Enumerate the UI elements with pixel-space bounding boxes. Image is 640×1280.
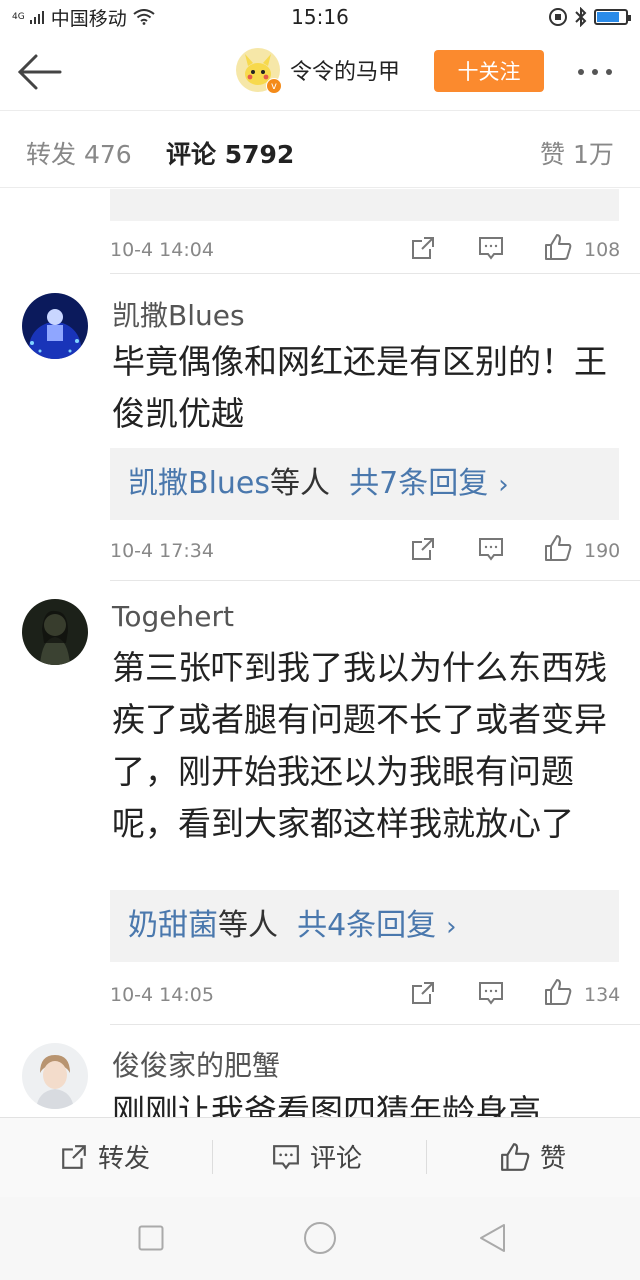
carrier-name: 中国移动 <box>50 7 127 30</box>
comment-time: 10-4 17:34 <box>110 540 214 562</box>
author-avatar[interactable]: v <box>236 48 282 94</box>
like-count: 190 <box>584 540 621 562</box>
reply-count[interactable]: 共4条回复 <box>297 908 436 943</box>
comment-button[interactable]: 评论 <box>272 1138 362 1175</box>
signal-icon <box>29 11 44 24</box>
tab-comments-count: 5792 <box>224 140 295 169</box>
comment-icon <box>273 1144 299 1170</box>
comment-meta: 10-4 14:05 134 <box>110 978 621 1010</box>
verified-badge: v <box>266 78 282 94</box>
reply-names[interactable]: 奶甜菌 <box>128 908 218 943</box>
like-icon[interactable] <box>544 534 572 562</box>
like-count: 134 <box>584 984 621 1006</box>
alarm-icon <box>549 8 567 26</box>
reply-summary[interactable]: 凯撒Blues等人 共7条回复 › <box>110 448 619 520</box>
tab-forward-label: 转发 <box>26 140 77 169</box>
like-icon <box>501 1142 530 1171</box>
forward-label: 转发 <box>98 1144 151 1174</box>
forward-button[interactable]: 转发 <box>60 1138 150 1175</box>
like-count: 108 <box>584 239 621 261</box>
tab-forward[interactable]: 转发 476 <box>26 135 132 171</box>
dark-portrait-avatar <box>22 599 88 665</box>
follow-button[interactable]: 十关注 <box>434 50 544 92</box>
wifi-icon <box>133 9 155 25</box>
tab-forward-count: 476 <box>83 140 132 169</box>
author-info[interactable]: v 令令的马甲 <box>236 48 400 94</box>
comment-meta: 10-4 14:04 108 <box>110 233 621 265</box>
comment-list[interactable]: 10-4 14:04 108 凯撒Blues 毕竟偶像和网红还是有区别的！王俊凯… <box>0 189 640 1117</box>
comment-time: 10-4 14:05 <box>110 984 214 1006</box>
tab-likes-count: 1万 <box>572 140 614 169</box>
separator <box>212 1140 213 1174</box>
status-bar: 4G 中国移动 15:16 <box>0 0 640 34</box>
chevron-right-icon: › <box>498 470 509 500</box>
reply-summary[interactable]: 奶甜菌等人 共4条回复 › <box>110 890 619 962</box>
like-button[interactable]: 赞 <box>500 1138 566 1175</box>
forward-icon <box>62 1144 86 1169</box>
forward-icon[interactable] <box>410 235 436 261</box>
commenter-avatar[interactable] <box>22 599 88 665</box>
bottom-action-bar: 转发 评论 赞 <box>0 1117 640 1197</box>
reply-others: 等人 <box>218 908 278 943</box>
separator <box>426 1140 427 1174</box>
like-icon[interactable] <box>544 233 572 261</box>
back-arrow-icon[interactable] <box>14 52 62 92</box>
network-type: 4G <box>12 11 25 22</box>
like-label: 赞 <box>540 1144 567 1174</box>
comment-icon[interactable] <box>478 235 504 261</box>
commenter-name[interactable]: Togehert <box>112 600 234 633</box>
divider <box>110 1024 640 1025</box>
comment-text: 毕竟偶像和网红还是有区别的！王俊凯优越 <box>112 342 607 433</box>
forward-icon[interactable] <box>410 536 436 562</box>
divider <box>110 580 640 581</box>
tab-likes-label: 赞 <box>540 140 566 169</box>
reply-others: 等人 <box>270 466 331 501</box>
detail-tabs: 转发 476 评论 5792 赞 1万 <box>0 110 640 188</box>
comment-label: 评论 <box>310 1144 363 1174</box>
chevron-right-icon: › <box>446 912 457 942</box>
tab-comments-label: 评论 <box>166 140 217 169</box>
like-icon[interactable] <box>544 978 572 1006</box>
forward-icon[interactable] <box>410 980 436 1006</box>
comment-text: 第三张吓到我了我以为什么东西残疾了或者腿有问题不长了或者变异了，刚开始我还以为我… <box>112 648 607 843</box>
commenter-avatar[interactable] <box>22 293 88 359</box>
top-nav-bar: v 令令的马甲 十关注 <box>0 34 640 110</box>
commenter-name[interactable]: 凯撒Blues <box>112 294 245 334</box>
bluetooth-icon <box>575 7 587 27</box>
commenter-name[interactable]: 俊俊家的肥蟹 <box>112 1044 280 1084</box>
tab-comments[interactable]: 评论 5792 <box>166 135 294 171</box>
comment-meta: 10-4 17:34 190 <box>110 534 621 566</box>
comment-time: 10-4 14:04 <box>110 239 214 261</box>
reply-names[interactable]: 凯撒Blues <box>128 466 270 501</box>
more-dots-icon[interactable] <box>578 60 622 84</box>
back-triangle-icon[interactable] <box>478 1223 506 1253</box>
concert-photo-avatar <box>22 293 88 359</box>
comment-icon[interactable] <box>478 980 504 1006</box>
reply-count[interactable]: 共7条回复 <box>349 466 488 501</box>
system-nav-bar <box>0 1197 640 1280</box>
comment-text: 刚刚让我爸看图四猜年龄身高 <box>112 1092 541 1117</box>
home-circle-icon[interactable] <box>303 1221 337 1255</box>
reply-summary[interactable] <box>110 189 619 221</box>
recents-square-icon[interactable] <box>138 1225 164 1251</box>
commenter-avatar[interactable] <box>22 1043 88 1109</box>
author-name[interactable]: 令令的马甲 <box>290 54 400 86</box>
tab-likes[interactable]: 赞 1万 <box>540 135 614 171</box>
boy-portrait-avatar <box>22 1043 88 1109</box>
battery-icon <box>594 9 631 25</box>
divider <box>110 273 640 274</box>
comment-icon[interactable] <box>478 536 504 562</box>
